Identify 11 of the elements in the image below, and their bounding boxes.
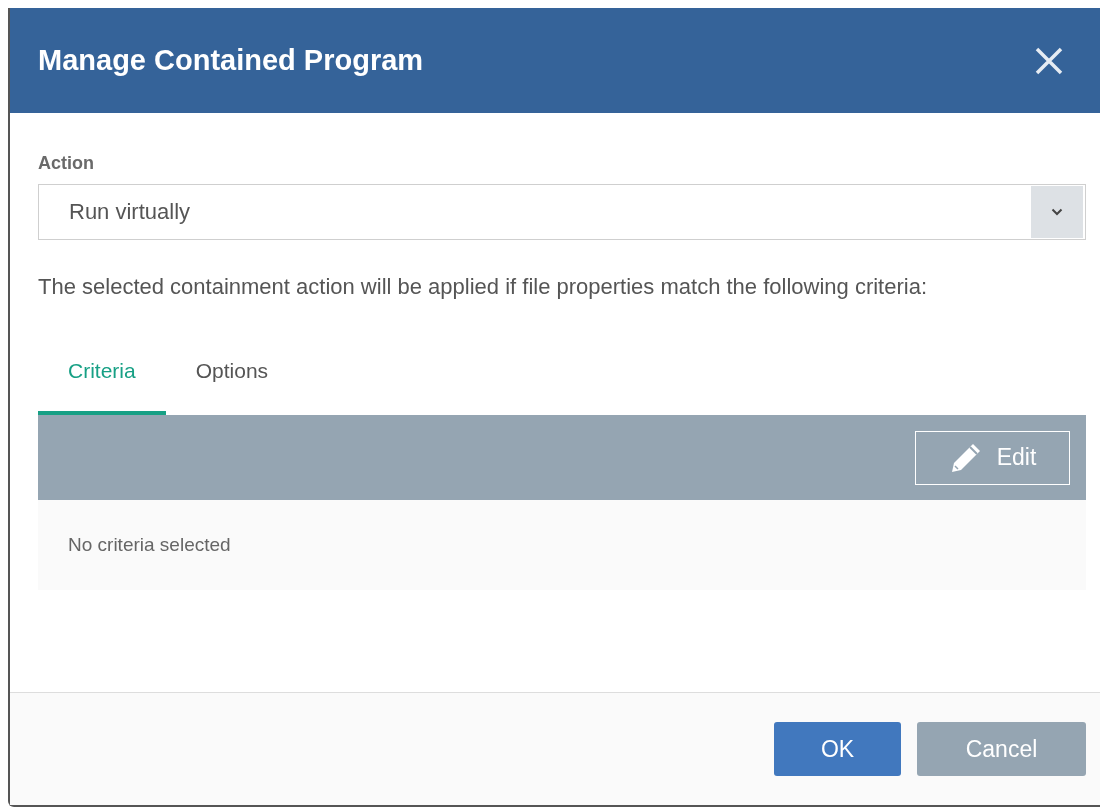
field-label: Action [38, 153, 95, 174]
edit-button[interactable]: Edit [915, 430, 1070, 485]
empty-message: No criteria selected [68, 534, 231, 556]
description-text: The selected containment action will be applied if file properties match the following criteria: [38, 273, 928, 301]
dialog-title: Manage Contained Program [38, 44, 424, 77]
tab[interactable]: Options [165, 345, 299, 415]
caret-icon [1051, 208, 1063, 216]
close-icon[interactable] [1034, 45, 1064, 76]
ok-button[interactable]: OK [774, 722, 901, 776]
action-dropdown[interactable]: Run virtually [38, 184, 1086, 240]
cancel-button[interactable]: Cancel [917, 722, 1086, 776]
